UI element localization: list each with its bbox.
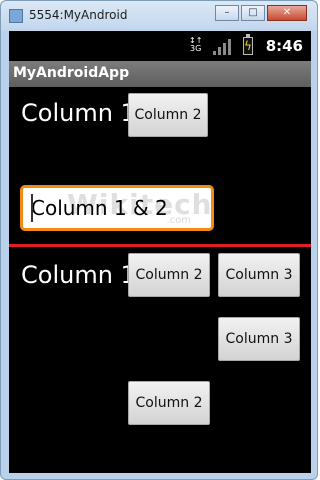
maximize-button[interactable]: □ <box>241 5 265 21</box>
network-label: 3G <box>190 44 202 53</box>
row5-column2-button[interactable]: Column 2 <box>128 381 210 425</box>
signal-icon <box>213 39 233 55</box>
row4-column3-button[interactable]: Column 3 <box>218 317 300 361</box>
table-layout: Column 1 Column 2 Wikitechy .com Column … <box>9 87 311 473</box>
3g-icon: ↕↑ 3G <box>189 37 202 53</box>
status-bar: ↕↑ 3G ϟ 8:46 <box>9 31 311 61</box>
edittext-value: Column 1 & 2 <box>31 196 168 220</box>
window-title: 5554:MyAndroid <box>29 8 128 22</box>
minimize-button[interactable]: – <box>215 5 239 21</box>
android-screen: ↕↑ 3G ϟ 8:46 MyAndroidApp Column 1 Colum… <box>9 31 311 473</box>
watermark-domain: .com <box>166 215 191 226</box>
row3-column2-button[interactable]: Column 2 <box>128 253 210 297</box>
close-button[interactable]: ✕ <box>267 5 307 21</box>
row3-column3-button[interactable]: Column 3 <box>218 253 300 297</box>
row3-column1-label: Column 1 <box>21 261 136 289</box>
text-cursor <box>31 194 33 222</box>
battery-charging-icon: ϟ <box>243 34 253 55</box>
app-window-icon <box>9 9 23 23</box>
row1-column2-button[interactable]: Column 2 <box>128 93 208 137</box>
red-divider <box>9 244 311 247</box>
status-time: 8:46 <box>265 37 303 55</box>
window-titlebar: 5554:MyAndroid – □ ✕ <box>1 1 317 31</box>
column1-2-edittext[interactable]: Wikitechy .com Column 1 & 2 <box>20 185 214 231</box>
window-controls: – □ ✕ <box>213 5 307 23</box>
emulator-window: 5554:MyAndroid – □ ✕ ↕↑ 3G ϟ 8:46 MyAndr… <box>0 0 318 480</box>
row1-column1-label: Column 1 <box>21 99 136 127</box>
app-title-bar: MyAndroidApp <box>9 61 311 87</box>
app-title: MyAndroidApp <box>13 65 130 81</box>
